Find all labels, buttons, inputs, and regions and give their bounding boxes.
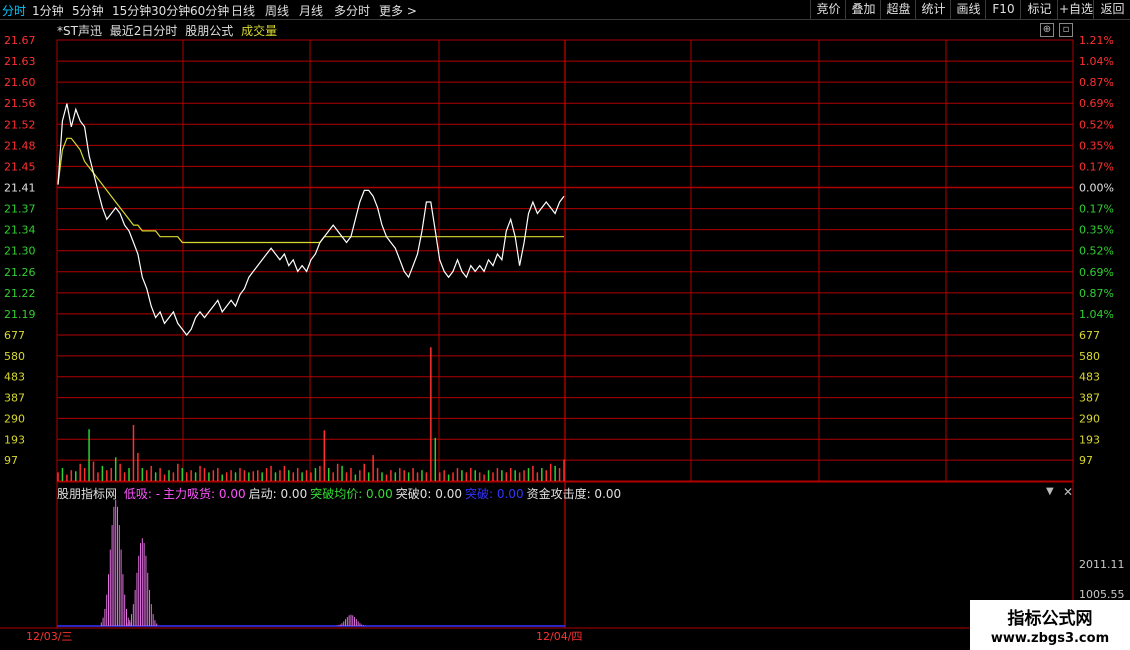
toolbar-button-6[interactable]: 标记 xyxy=(1020,0,1058,19)
price-label-right: 0.00% xyxy=(1079,182,1114,195)
tab-1[interactable]: 1分钟 xyxy=(32,2,64,19)
window-icon[interactable]: ▫ xyxy=(1059,23,1073,37)
price-label-left: 21.56 xyxy=(4,97,36,110)
tab-2[interactable]: 5分钟 xyxy=(72,2,104,19)
toolbar-button-7[interactable]: +自选 xyxy=(1057,0,1094,19)
info-bar: *ST声迅 最近2日分时 股朋公式 成交量 xyxy=(57,22,281,39)
tab-7[interactable]: 周线 xyxy=(265,2,289,19)
settings-icon[interactable]: ⊕ xyxy=(1040,23,1054,37)
indicator-label: 2011.11 xyxy=(1079,558,1125,571)
formula-name: 股朋公式 xyxy=(185,24,234,38)
price-label-right: 0.52% xyxy=(1079,245,1114,258)
date-label: 12/03/三 xyxy=(26,630,72,643)
toolbar-button-1[interactable]: 叠加 xyxy=(845,0,881,19)
price-label-right: 0.52% xyxy=(1079,118,1114,131)
tab-6[interactable]: 日线 xyxy=(231,2,255,19)
volume-label-left: 483 xyxy=(4,371,25,384)
toolbar-button-8[interactable]: 返回 xyxy=(1093,0,1130,19)
toolbar-button-2[interactable]: 超盘 xyxy=(880,0,916,19)
indicator-name: 股朋指标网 xyxy=(57,487,118,501)
price-label-right: 1.04% xyxy=(1079,308,1114,321)
price-label-right: 1.21% xyxy=(1079,34,1114,47)
watermark: 指标公式网 www.zbgs3.com xyxy=(970,600,1130,650)
price-label-left: 21.45 xyxy=(4,160,36,173)
price-label-right: 0.69% xyxy=(1079,266,1114,279)
toolbar-button-3[interactable]: 统计 xyxy=(915,0,951,19)
price-label-left: 21.30 xyxy=(4,245,36,258)
price-label-left: 21.34 xyxy=(4,224,36,237)
price-label-left: 21.22 xyxy=(4,287,36,300)
indicator-item-3: 突破均价: 0.00 xyxy=(310,487,393,501)
tab-4[interactable]: 30分钟 xyxy=(151,2,190,19)
date-label: 12/04/四 xyxy=(536,630,582,643)
volume-label-right: 580 xyxy=(1079,350,1100,363)
volume-label-left: 290 xyxy=(4,412,25,425)
tab-3[interactable]: 15分钟 xyxy=(112,2,151,19)
chart-mode: 最近2日分时 xyxy=(109,24,178,38)
price-label-left: 21.41 xyxy=(4,182,36,195)
chart-canvas: 21.67 21.63 21.60 21.56 21.52 21.48 21.45 21.41… xyxy=(0,34,1130,650)
watermark-url: www.zbgs3.com xyxy=(990,631,1110,646)
toolbar-button-5[interactable]: F10 xyxy=(985,0,1021,19)
price-label-left: 21.60 xyxy=(4,76,36,89)
indicator-item-2: 启动: 0.00 xyxy=(248,487,308,501)
volume-label-right: 97 xyxy=(1079,454,1093,467)
price-label-right: 0.87% xyxy=(1079,76,1114,89)
indicator-item-6: 资金攻击度: 0.00 xyxy=(526,487,622,501)
close-icon[interactable]: ✕ xyxy=(1063,485,1073,499)
price-label-left: 21.37 xyxy=(4,203,36,216)
price-label-right: 0.35% xyxy=(1079,224,1114,237)
price-label-right: 1.04% xyxy=(1079,55,1114,68)
tab-10[interactable]: 更多 > xyxy=(379,2,417,19)
volume-label-left: 387 xyxy=(4,392,25,405)
volume-label-right: 483 xyxy=(1079,371,1100,384)
tab-5[interactable]: 60分钟 xyxy=(190,2,229,19)
price-label-right: 0.69% xyxy=(1079,97,1114,110)
toolbar-button-4[interactable]: 画线 xyxy=(950,0,986,19)
indicator-item-1: 主力吸货: 0.00 xyxy=(163,487,246,501)
price-label-left: 21.26 xyxy=(4,266,36,279)
tab-9[interactable]: 多分时 xyxy=(334,2,370,19)
watermark-title: 指标公式网 xyxy=(1007,609,1093,629)
price-label-right: 0.17% xyxy=(1079,160,1114,173)
volume-label: 成交量 xyxy=(241,24,278,38)
stock-name: *ST声迅 xyxy=(57,24,102,38)
tab-8[interactable]: 月线 xyxy=(299,2,323,19)
volume-label-right: 290 xyxy=(1079,412,1100,425)
price-line xyxy=(57,103,565,336)
price-label-right: 0.87% xyxy=(1079,287,1114,300)
price-label-right: 0.35% xyxy=(1079,139,1114,152)
tab-0[interactable]: 分时 xyxy=(2,2,26,19)
volume-label-right: 387 xyxy=(1079,392,1100,405)
price-label-left: 21.19 xyxy=(4,308,36,321)
volume-label-left: 677 xyxy=(4,329,25,342)
price-label-left: 21.63 xyxy=(4,55,36,68)
volume-label-left: 193 xyxy=(4,433,25,446)
dropdown-icon[interactable]: ▼ xyxy=(1046,486,1054,497)
indicator-bar: 股朋指标网 低吸: - 主力吸货: 0.00 启动: 0.00 突破均价: 0.00 突… xyxy=(57,485,624,502)
indicator-item-5: 突破: 0.00 xyxy=(465,487,524,501)
price-label-right: 0.17% xyxy=(1079,203,1114,216)
price-label-left: 21.67 xyxy=(4,34,36,47)
period-toolbar: 分时 1分钟 5分钟 15分钟 30分钟 60分钟 日线 周线 月线 多分时 更多 > 竞价 叠加 超盘统… xyxy=(0,0,1130,20)
volume-label-right: 193 xyxy=(1079,433,1100,446)
volume-label-left: 97 xyxy=(4,454,18,467)
price-label-left: 21.48 xyxy=(4,139,36,152)
indicator-item-0: 低吸: - xyxy=(123,487,161,501)
indicator-item-4: 突破0: 0.00 xyxy=(395,487,462,501)
volume-label-right: 677 xyxy=(1079,329,1100,342)
price-label-left: 21.52 xyxy=(4,118,36,131)
toolbar-button-0[interactable]: 竞价 xyxy=(810,0,846,19)
volume-label-left: 580 xyxy=(4,350,25,363)
average-price-line xyxy=(57,137,564,244)
